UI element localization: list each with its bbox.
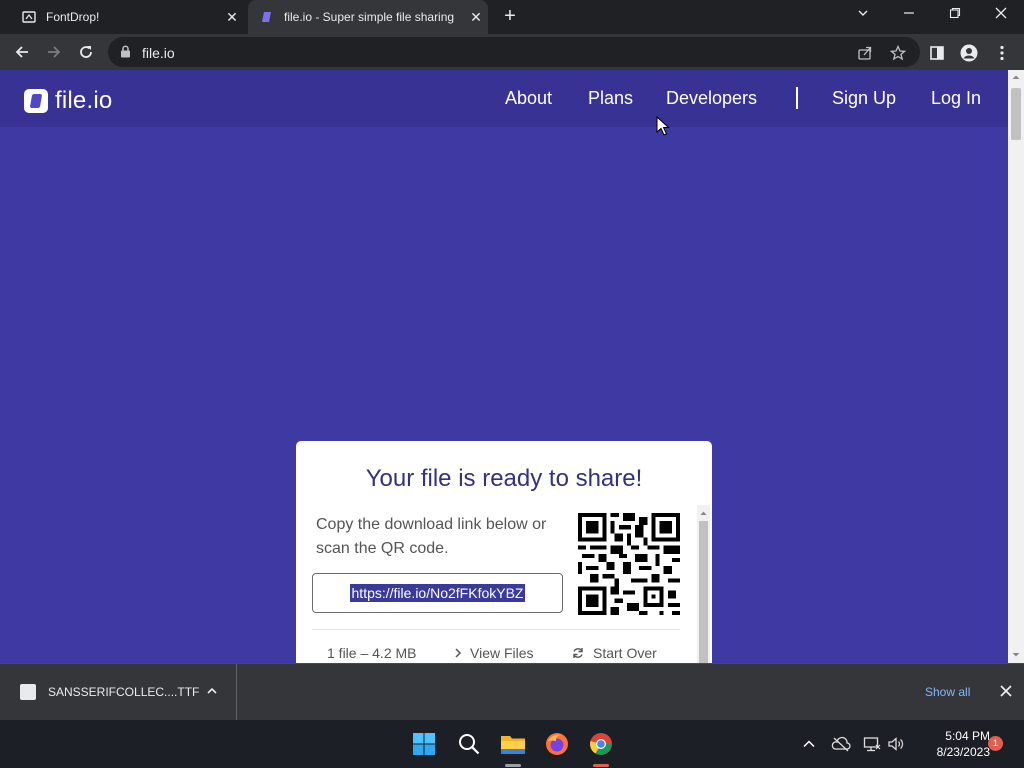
tab-strip: FontDrop! ✕ file.io - Super simple file …: [0, 0, 1024, 34]
file-info: 1 file – 4.2 MB: [327, 645, 417, 661]
card-divider: [312, 629, 680, 630]
chevron-up-icon[interactable]: [205, 684, 219, 698]
chrome-icon[interactable]: [587, 730, 615, 758]
profile-icon[interactable]: [959, 43, 979, 63]
address-bar[interactable]: file.io: [108, 37, 920, 67]
download-filename: SANSSERIFCOLLEC....TTF: [48, 685, 200, 699]
tab-title: file.io - Super simple file sharing: [284, 10, 455, 24]
browser-toolbar: file.io: [0, 34, 1024, 70]
fileio-favicon-icon: [260, 10, 274, 24]
onedrive-offline-icon[interactable]: [831, 734, 851, 754]
page-scrollbar[interactable]: [1008, 70, 1024, 663]
tab-close-icon[interactable]: ✕: [464, 9, 488, 26]
forward-button[interactable]: [42, 40, 66, 64]
site-header: file.io About Plans Developers Sign Up L…: [0, 70, 1008, 127]
network-icon[interactable]: [862, 734, 882, 754]
mouse-cursor-icon: [656, 116, 670, 136]
back-button[interactable]: [10, 40, 34, 64]
show-all-link[interactable]: Show all: [925, 685, 970, 699]
scroll-up-arrow-icon[interactable]: [697, 508, 710, 518]
fontdrop-favicon-icon: [22, 10, 36, 24]
explorer-running-indicator: [505, 764, 521, 767]
reload-button[interactable]: [74, 40, 98, 64]
start-over-label: Start Over: [593, 645, 657, 661]
nav-developers[interactable]: Developers: [666, 88, 757, 109]
view-files-label: View Files: [470, 645, 534, 661]
share-card: Your file is ready to share! Copy the do…: [296, 441, 712, 663]
card-scrollbar-thumb[interactable]: [699, 521, 708, 663]
download-shelf: SANSSERIFCOLLEC....TTF Show all: [0, 663, 1024, 720]
side-panel-icon[interactable]: [927, 43, 947, 63]
close-window-button[interactable]: [978, 0, 1024, 30]
nav-divider: [796, 87, 798, 109]
firefox-icon[interactable]: [543, 730, 571, 758]
download-link-field[interactable]: https://file.io/No2fFKfokYBZ: [312, 573, 563, 613]
page-content: file.io About Plans Developers Sign Up L…: [0, 70, 1008, 663]
menu-kebab-icon[interactable]: [992, 43, 1012, 63]
nav-about[interactable]: About: [505, 88, 552, 109]
scroll-down-arrow-icon[interactable]: [1008, 649, 1024, 661]
download-item[interactable]: SANSSERIFCOLLEC....TTF: [0, 664, 237, 720]
qr-code: [578, 513, 680, 615]
view-files-button[interactable]: View Files: [454, 645, 534, 661]
start-over-button[interactable]: Start Over: [572, 645, 657, 661]
new-tab-button[interactable]: +: [498, 5, 522, 29]
share-icon[interactable]: [856, 44, 874, 62]
refresh-icon: [573, 648, 583, 658]
volume-icon[interactable]: [886, 734, 906, 754]
chrome-running-indicator: [593, 764, 609, 767]
nav-sign-up[interactable]: Sign Up: [832, 88, 896, 109]
font-file-icon: [20, 684, 36, 700]
bookmark-star-icon[interactable]: [889, 44, 907, 62]
file-explorer-icon[interactable]: [499, 730, 527, 758]
logo-text: file.io: [55, 87, 113, 114]
minimize-button[interactable]: [886, 0, 932, 30]
tab-close-icon[interactable]: ✕: [220, 9, 244, 26]
chevron-up-icon[interactable]: [799, 734, 819, 754]
notification-badge[interactable]: 1: [988, 736, 1003, 751]
tab-title: FontDrop!: [46, 10, 100, 24]
restore-button[interactable]: [932, 0, 978, 30]
fileio-logo[interactable]: file.io: [24, 87, 112, 115]
windows-start-icon[interactable]: [410, 730, 438, 758]
tab-fileio[interactable]: file.io - Super simple file sharing ✕: [248, 0, 488, 34]
card-scrollbar[interactable]: [697, 505, 710, 663]
nav-log-in[interactable]: Log In: [931, 88, 981, 109]
page-scrollbar-thumb[interactable]: [1011, 88, 1021, 140]
clock-date: 8/23/2023: [936, 745, 990, 759]
clock-time: 5:04 PM: [945, 729, 990, 743]
chevron-right-icon: [455, 648, 462, 658]
system-clock[interactable]: 5:04 PM 8/23/2023: [910, 728, 990, 760]
tab-search-icon[interactable]: [840, 0, 886, 30]
windows-taskbar: 5:04 PM 8/23/2023 1: [0, 720, 1024, 768]
share-heading: Your file is ready to share!: [365, 465, 643, 492]
fileio-logo-icon: [24, 89, 48, 113]
url-text: file.io: [142, 45, 175, 61]
scroll-up-arrow-icon[interactable]: [1008, 71, 1024, 83]
share-description: Copy the download link below or scan the…: [316, 516, 547, 557]
nav-plans[interactable]: Plans: [588, 88, 633, 109]
search-icon[interactable]: [455, 730, 483, 758]
close-shelf-icon[interactable]: [998, 683, 1014, 699]
download-link-text[interactable]: https://file.io/No2fFKfokYBZ: [349, 584, 526, 602]
tab-fontdrop[interactable]: FontDrop! ✕: [8, 0, 244, 34]
lock-icon: [120, 45, 131, 63]
